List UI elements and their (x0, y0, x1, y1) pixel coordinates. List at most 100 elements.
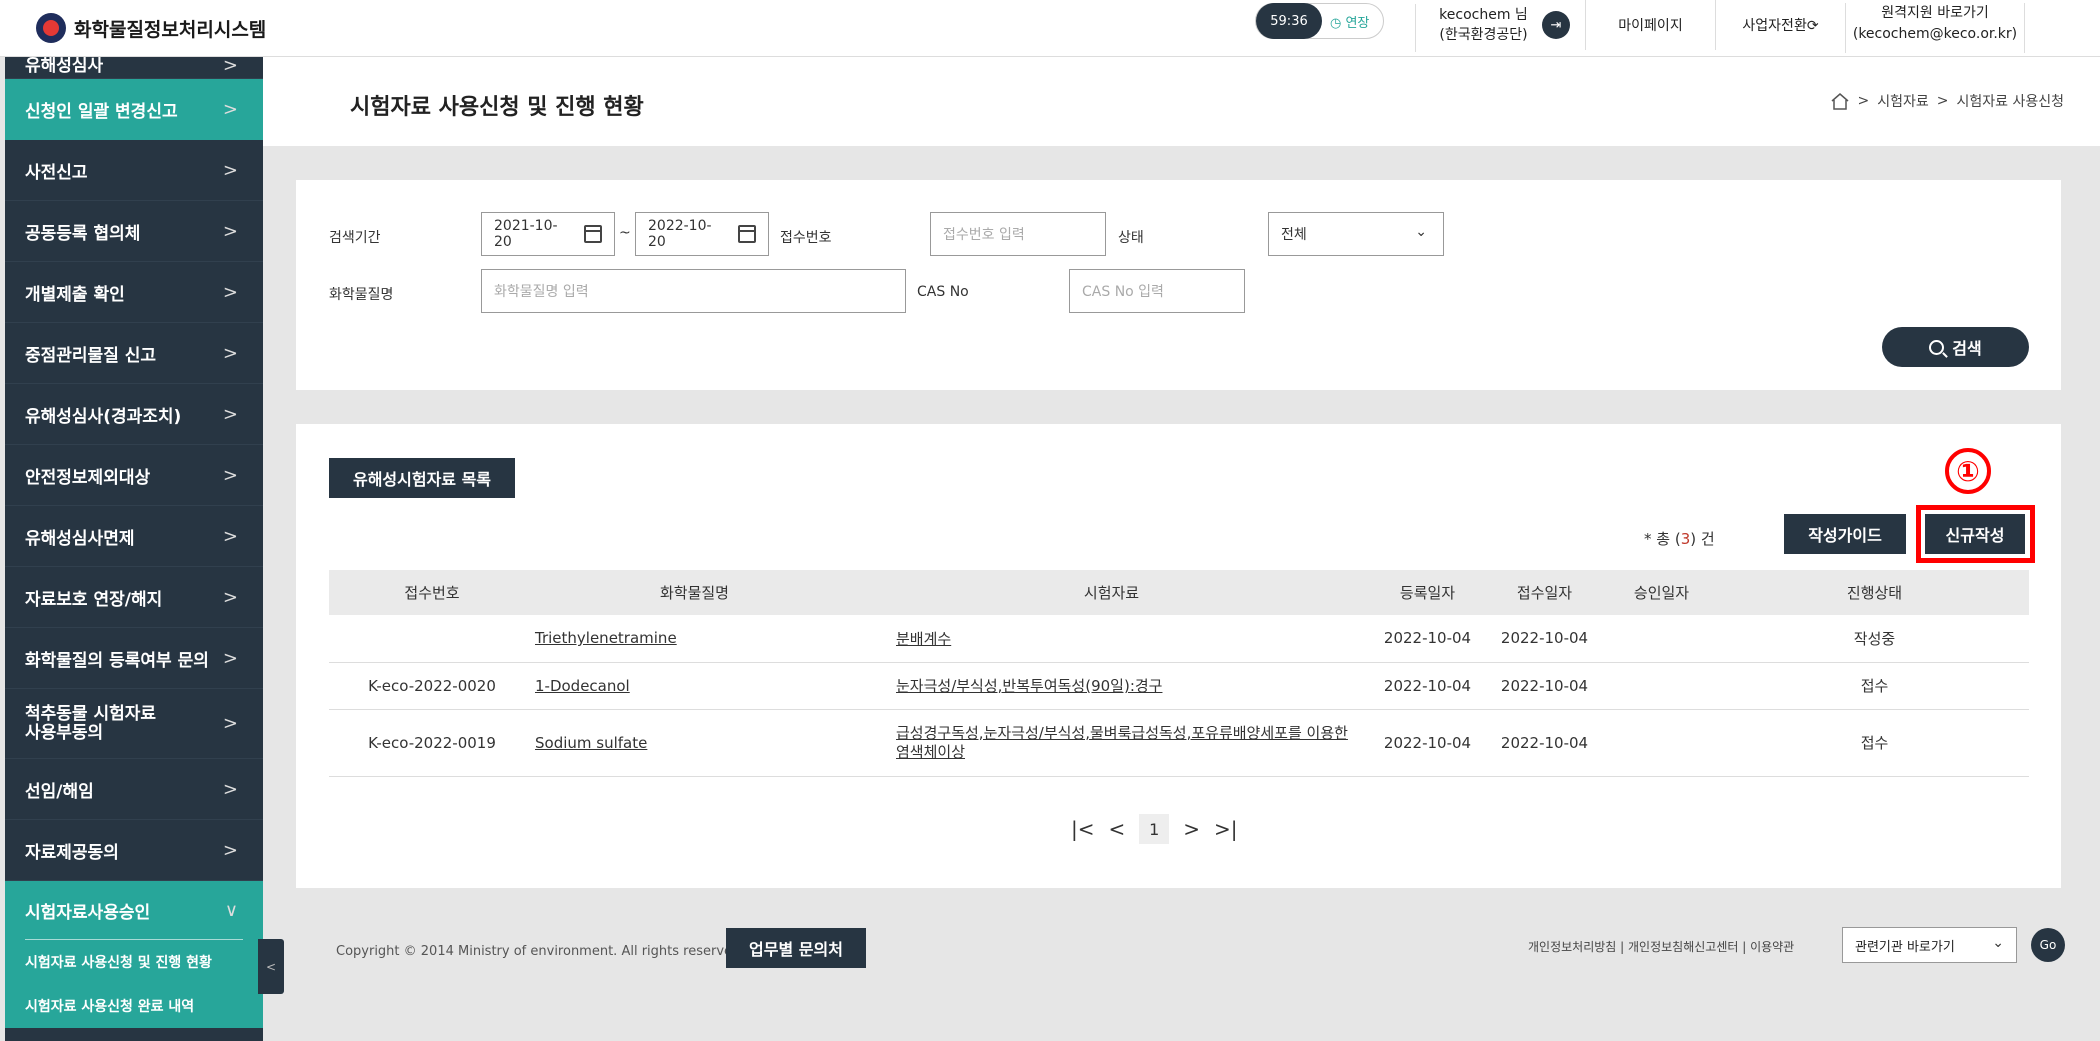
session-timer: 59:36 ◷ 연장 (1255, 3, 1385, 39)
chemical-link[interactable]: Triethylenetramine (535, 629, 677, 647)
chevron-right-icon: > (222, 586, 238, 608)
chemical-link[interactable]: 1-Dodecanol (535, 677, 630, 695)
search-panel: 검색기간 2021-10-20 ~ 2022-10-20 접수번호 접수번호 입… (296, 180, 2061, 390)
sidebar-item-priority-substance[interactable]: 중점관리물질 신고 > (5, 323, 263, 384)
cell-test-data: 분배계수 (854, 615, 1369, 663)
sidebar-item-bulk-change[interactable]: 신청인 일괄 변경신고 > (5, 79, 263, 140)
logout-icon[interactable]: ⇥ (1542, 11, 1570, 39)
copyright: Copyright © 2014 Ministry of environment… (336, 944, 745, 959)
list-panel: 유해성시험자료 목록 ① * 총 (3) 건 작성가이드 신규작성 접수번호 화… (296, 424, 2061, 888)
cell-reg-date: 2022-10-04 (1369, 615, 1486, 663)
switch-business-link[interactable]: 사업자전환⟳ (1715, 0, 1845, 50)
sidebar-item-registration-inquiry[interactable]: 화학물질의 등록여부 문의 > (5, 628, 263, 689)
chevron-right-icon: > (222, 778, 238, 800)
test-data-link[interactable]: 급성경구독성,눈자극성/부식성,물벼룩급성독성,포유류배양세포를 이용한염색체이… (896, 724, 1348, 761)
sidebar: 유해성심사 > 신청인 일괄 변경신고 > 사전신고 > 공동등록 협의체 > … (5, 57, 263, 1041)
date-from-value: 2021-10-20 (494, 218, 558, 250)
calendar-icon[interactable] (738, 225, 756, 243)
calendar-icon[interactable] (584, 225, 602, 243)
chevron-right-icon: > (222, 525, 238, 547)
cell-status: 접수 (1720, 709, 2029, 777)
sidebar-item-test-data-approval[interactable]: 시험자료사용승인 ∨ (5, 881, 263, 939)
sidebar-item-individual-submission[interactable]: 개별제출 확인 > (5, 262, 263, 323)
request-table: 접수번호 화학물질명 시험자료 등록일자 접수일자 승인일자 진행상태 Trie… (329, 570, 2029, 777)
contact-by-task-button[interactable]: 업무별 문의처 (726, 928, 866, 968)
app-title: 화학물질정보처리시스템 (74, 18, 267, 41)
cell-receipt: K-eco-2022-0020 (329, 662, 535, 710)
status-select[interactable]: 전체 ⌄ (1268, 212, 1444, 256)
sidebar-item-hazard-review-transitional[interactable]: 유해성심사(경과조치) > (5, 384, 263, 445)
cell-test-data: 눈자극성/부식성,반복투여독성(90일):경구 (854, 662, 1369, 710)
remote-support-email: (kecochem@keco.or.kr) (1852, 26, 2018, 42)
mypage-link[interactable]: 마이페이지 (1585, 0, 1715, 50)
cell-chemical: Triethylenetramine (535, 615, 854, 663)
go-button[interactable]: Go (2031, 928, 2065, 962)
sidebar-item-safety-exclusion[interactable]: 안전정보제외대상 > (5, 445, 263, 506)
date-to-field[interactable]: 2022-10-20 (635, 212, 769, 256)
pagination: |< < 1 > >| (1071, 814, 1238, 844)
sidebar-item-joint-registration[interactable]: 공동등록 협의체 > (5, 201, 263, 262)
timer-value: 59:36 (1256, 3, 1322, 39)
sidebar-item-label: 안전정보제외대상 (25, 467, 151, 488)
sidebar-subitem-request-status[interactable]: 시험자료 사용신청 및 진행 현황 (5, 940, 263, 984)
extend-session-button[interactable]: ◷ 연장 (1322, 12, 1383, 31)
first-page-icon[interactable]: |< (1071, 817, 1095, 841)
sidebar-item-label: 유해성심사면제 (25, 528, 135, 549)
related-agencies-select[interactable]: 관련기관 바로가기 ⌄ (1842, 927, 2017, 963)
total-count-value: 3 (1680, 530, 1691, 548)
writing-guide-button[interactable]: 작성가이드 (1784, 514, 1906, 554)
hazard-test-data-list-button[interactable]: 유해성시험자료 목록 (329, 458, 515, 498)
table-row: K-eco-2022-0020 1-Dodecanol 눈자극성/부식성,반복투… (329, 662, 2029, 710)
sidebar-item-vertebrate-data[interactable]: 척추동물 시험자료 사용부동의 > (5, 689, 263, 759)
last-page-icon[interactable]: >| (1214, 817, 1238, 841)
sidebar-item-data-protection[interactable]: 자료보호 연장/해지 > (5, 567, 263, 628)
cell-appr-date (1603, 662, 1720, 710)
search-button[interactable]: 검색 (1882, 327, 2029, 367)
col-rec-date: 접수일자 (1486, 570, 1603, 615)
policy-links[interactable]: 개인정보처리방침 | 개인정보침해신고센터 | 이용약관 (1528, 938, 1794, 955)
date-range-tilde: ~ (619, 225, 631, 241)
sidebar-item-label: 중점관리물질 신고 (25, 345, 157, 366)
breadcrumb: > 시험자료 > 시험자료 사용신청 (1830, 91, 2065, 111)
test-data-link[interactable]: 눈자극성/부식성,반복투여독성(90일):경구 (896, 677, 1162, 695)
remote-support-link[interactable]: 원격지원 바로가기 (kecochem@keco.or.kr) (1845, 3, 2025, 53)
status-label: 상태 (1118, 230, 1144, 246)
page-number-current[interactable]: 1 (1139, 814, 1170, 844)
prev-page-icon[interactable]: < (1109, 817, 1126, 841)
test-data-link[interactable]: 분배계수 (896, 630, 951, 648)
sidebar-item-hazard-review[interactable]: 유해성심사 > (5, 57, 263, 79)
cell-test-data: 급성경구독성,눈자극성/부식성,물벼룩급성독성,포유류배양세포를 이용한염색체이… (854, 709, 1369, 777)
chem-label: 화학물질명 (329, 287, 394, 303)
sidebar-item-data-consent[interactable]: 자료제공동의 > (5, 820, 263, 881)
site-logo[interactable]: 화학물질정보처리시스템 (36, 13, 266, 43)
chemical-name-input[interactable]: 화학물질명 입력 (481, 269, 906, 313)
sidebar-item-label: 선임/해임 (25, 781, 94, 802)
top-header: 화학물질정보처리시스템 59:36 ◷ 연장 kecochem 님 (한국환경공… (0, 0, 2100, 57)
search-button-label: 검색 (1952, 339, 1982, 358)
cas-no-input[interactable]: CAS No 입력 (1069, 269, 1245, 313)
next-page-icon[interactable]: > (1183, 817, 1200, 841)
receipt-input[interactable]: 접수번호 입력 (930, 212, 1106, 256)
breadcrumb-item[interactable]: 시험자료 사용신청 (1957, 91, 2065, 111)
sidebar-subitem-request-complete[interactable]: 시험자료 사용신청 완료 내역 (5, 984, 263, 1028)
cell-reg-date: 2022-10-04 (1369, 709, 1486, 777)
breadcrumb-item[interactable]: 시험자료 (1877, 91, 1929, 111)
home-icon[interactable] (1830, 92, 1850, 110)
sidebar-item-review-exemption[interactable]: 유해성심사면제 > (5, 506, 263, 567)
sidebar-item-pre-report[interactable]: 사전신고 > (5, 140, 263, 201)
page-title-bar: 시험자료 사용신청 및 진행 현황 > 시험자료 > 시험자료 사용신청 (263, 57, 2100, 146)
chevron-right-icon: > (222, 281, 238, 303)
date-from-field[interactable]: 2021-10-20 (481, 212, 615, 256)
cell-appr-date (1603, 709, 1720, 777)
chemical-link[interactable]: Sodium sulfate (535, 734, 647, 752)
sidebar-item-label-line2: 사용부동의 (25, 722, 104, 743)
sidebar-item-label-line1: 척추동물 시험자료 (25, 703, 157, 724)
total-count: * 총 (3) 건 (1644, 528, 1715, 549)
chevron-right-icon: > (222, 713, 238, 734)
sidebar-item-label: 개별제출 확인 (25, 284, 125, 305)
sidebar-item-appointment[interactable]: 선임/해임 > (5, 759, 263, 820)
period-label: 검색기간 (329, 230, 381, 246)
cell-receipt: K-eco-2022-0019 (329, 709, 535, 777)
cell-rec-date: 2022-10-04 (1486, 709, 1603, 777)
cas-label: CAS No (917, 284, 969, 300)
